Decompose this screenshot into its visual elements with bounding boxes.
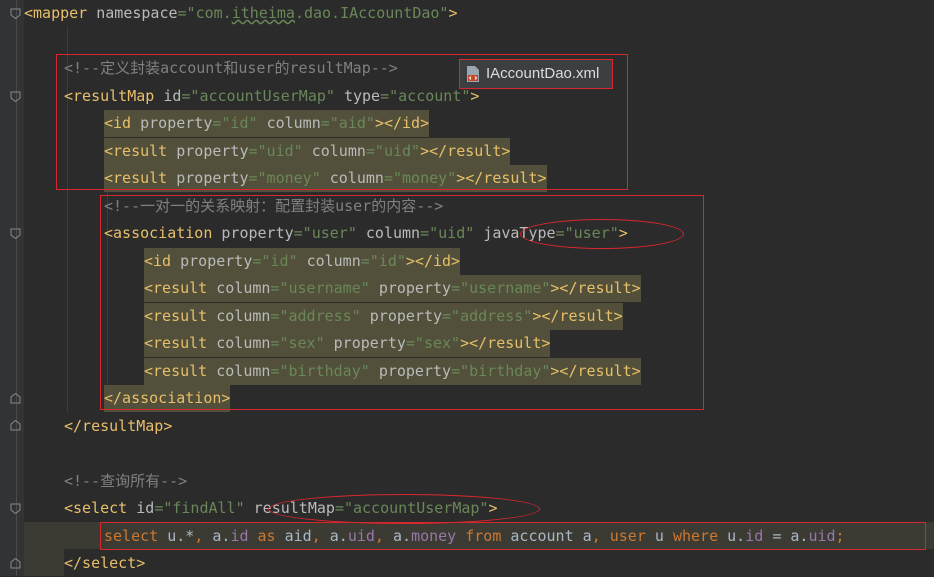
- editor-gutter: [0, 0, 24, 576]
- code-token: </select>: [64, 554, 146, 572]
- fold-end-icon[interactable]: [10, 558, 21, 569]
- code-token: .dao.IAccountDao": [294, 4, 449, 22]
- code-token: <mapper: [24, 4, 97, 22]
- code-line[interactable]: </resultMap>: [64, 413, 172, 440]
- xml-file-icon: [467, 66, 479, 82]
- code-line[interactable]: <!--查询所有-->: [64, 468, 187, 495]
- fold-icon[interactable]: [10, 8, 21, 19]
- fold-end-icon[interactable]: [10, 393, 21, 404]
- code-token: ="com.: [177, 4, 232, 22]
- fold-end-icon[interactable]: [10, 420, 21, 431]
- fold-icon[interactable]: [10, 91, 21, 102]
- current-line-highlight: [24, 549, 64, 576]
- annotation-ellipse-resultmap: [268, 494, 540, 524]
- code-token: id: [136, 499, 155, 517]
- code-line[interactable]: <mapper namespace="com.itheima.dao.IAcco…: [24, 0, 458, 27]
- annotation-ellipse-javatype: [520, 219, 684, 249]
- code-token: <!--查询所有-->: [64, 472, 188, 490]
- file-tab-popup[interactable]: IAccountDao.xml: [459, 59, 613, 89]
- code-token: namespace: [96, 4, 178, 22]
- code-token: </resultMap>: [64, 417, 173, 435]
- code-token: ="findAll": [154, 499, 254, 517]
- annotation-box-sql: [100, 522, 926, 550]
- code-token: itheima: [231, 4, 295, 22]
- fold-icon[interactable]: [10, 228, 21, 239]
- code-token: <select: [64, 499, 137, 517]
- gutter-separator: [16, 0, 17, 576]
- fold-icon[interactable]: [10, 503, 21, 514]
- code-token: >: [448, 4, 458, 22]
- file-tab-name: IAccountDao.xml: [486, 65, 600, 82]
- code-line[interactable]: </select>: [64, 550, 145, 577]
